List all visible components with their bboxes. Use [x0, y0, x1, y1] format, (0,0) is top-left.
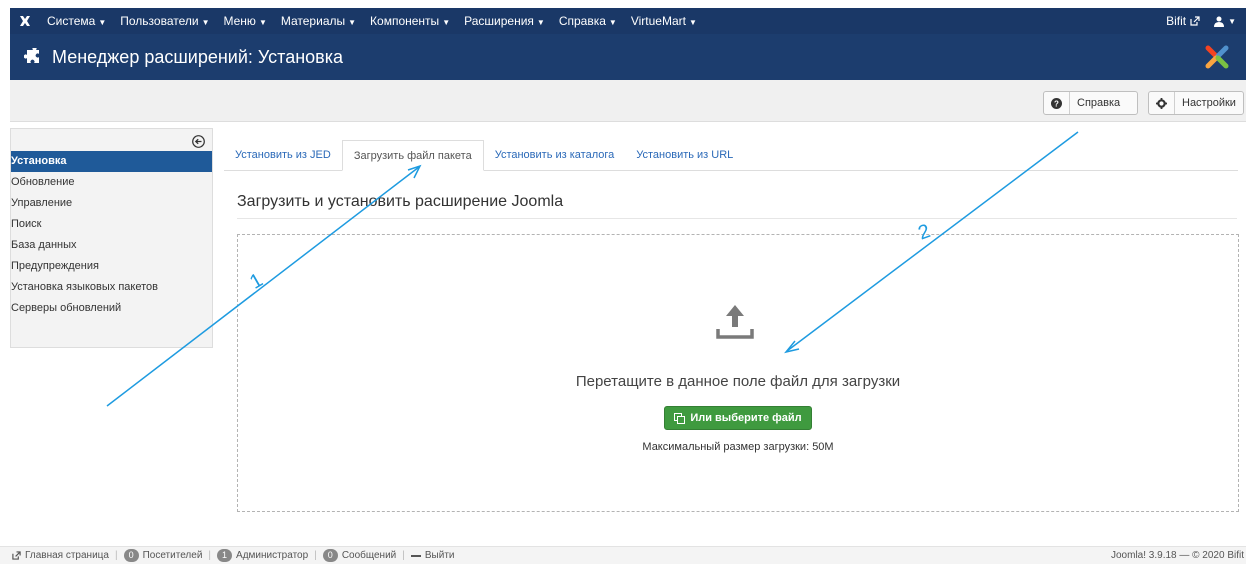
section-divider: [237, 218, 1237, 219]
upload-dropzone[interactable]: Перетащите в данное поле файл для загруз…: [237, 234, 1239, 512]
upload-icon: [716, 305, 754, 339]
joomla-menu-icon[interactable]: [10, 14, 40, 28]
sidebar-item-install[interactable]: Установка: [11, 151, 212, 172]
sidebar-item-update[interactable]: Обновление: [11, 172, 212, 193]
sidebar-item-discover[interactable]: Поиск: [11, 214, 212, 235]
toolbar: ? Справка Настройки: [10, 80, 1246, 122]
copy-icon: [674, 412, 686, 424]
menu-virtuemart[interactable]: VirtueMart ▼: [624, 14, 704, 28]
sidebar: Установка Обновление Управление Поиск Ба…: [10, 128, 213, 348]
status-footer: Главная страница | 0 Посетителей | 1 Адм…: [0, 546, 1246, 564]
external-link-icon: [1190, 16, 1200, 26]
home-link[interactable]: Главная страница: [0, 550, 115, 561]
minus-icon: [410, 554, 421, 557]
help-button[interactable]: ? Справка: [1043, 91, 1138, 115]
tab-install-from-jed[interactable]: Установить из JED: [224, 140, 342, 171]
tab-upload-package[interactable]: Загрузить файл пакета: [341, 140, 484, 171]
user-menu[interactable]: ▼: [1214, 16, 1236, 27]
logout-link[interactable]: Выйти: [405, 550, 461, 561]
menu-extensions[interactable]: Расширения ▼: [457, 14, 552, 28]
admins-link[interactable]: 1 Администратор: [211, 549, 314, 562]
puzzle-icon: [24, 48, 39, 63]
sidebar-item-database[interactable]: База данных: [11, 235, 212, 256]
external-link-icon: [12, 551, 21, 560]
admins-badge: 1: [217, 549, 233, 562]
tab-install-from-folder[interactable]: Установить из каталога: [484, 140, 626, 171]
sidebar-item-update-sites[interactable]: Серверы обновлений: [11, 298, 212, 319]
menu-help[interactable]: Справка ▼: [552, 14, 624, 28]
visitors-link[interactable]: 0 Посетителей: [118, 549, 209, 562]
messages-badge: 0: [322, 549, 338, 562]
collapse-sidebar-icon[interactable]: [192, 135, 205, 148]
sidebar-item-warnings[interactable]: Предупреждения: [11, 256, 212, 277]
messages-link[interactable]: 0 Сообщений: [317, 549, 402, 562]
version-info: Joomla! 3.9.18 — © 2020 Bifit: [1111, 550, 1244, 561]
install-tabs: Установить из JED Загрузить файл пакета …: [224, 140, 1238, 171]
menu-content[interactable]: Материалы ▼: [274, 14, 363, 28]
joomla-logo: [1205, 45, 1229, 69]
menu-users[interactable]: Пользователи ▼: [113, 14, 216, 28]
menu-system[interactable]: Система ▼: [40, 14, 113, 28]
sidebar-item-manage[interactable]: Управление: [11, 193, 212, 214]
svg-text:?: ?: [1054, 99, 1059, 108]
page-header: Менеджер расширений: Установка: [10, 34, 1246, 80]
choose-file-button[interactable]: Или выберите файл: [664, 406, 812, 430]
options-button[interactable]: Настройки: [1148, 91, 1244, 115]
top-navbar: Система ▼ Пользователи ▼ Меню ▼ Материалы ▼ …: [10, 8, 1246, 34]
question-circle-icon: ?: [1044, 92, 1070, 114]
drop-instructions: Перетащите в данное поле файл для загруз…: [575, 373, 901, 390]
section-title: Загрузить и установить расширение Joomla: [237, 193, 564, 210]
user-icon: [1214, 16, 1225, 27]
sidebar-item-languages[interactable]: Установка языковых пакетов: [11, 277, 212, 298]
max-upload-size: Максимальный размер загрузки: 50M: [642, 441, 834, 453]
site-link[interactable]: Bifit: [1166, 14, 1200, 28]
menu-menus[interactable]: Меню ▼: [217, 14, 274, 28]
gear-icon: [1149, 92, 1175, 114]
tab-install-from-url[interactable]: Установить из URL: [625, 140, 744, 171]
page-title: Менеджер расширений: Установка: [52, 46, 343, 67]
visitors-badge: 0: [123, 549, 139, 562]
menu-components[interactable]: Компоненты ▼: [363, 14, 457, 28]
